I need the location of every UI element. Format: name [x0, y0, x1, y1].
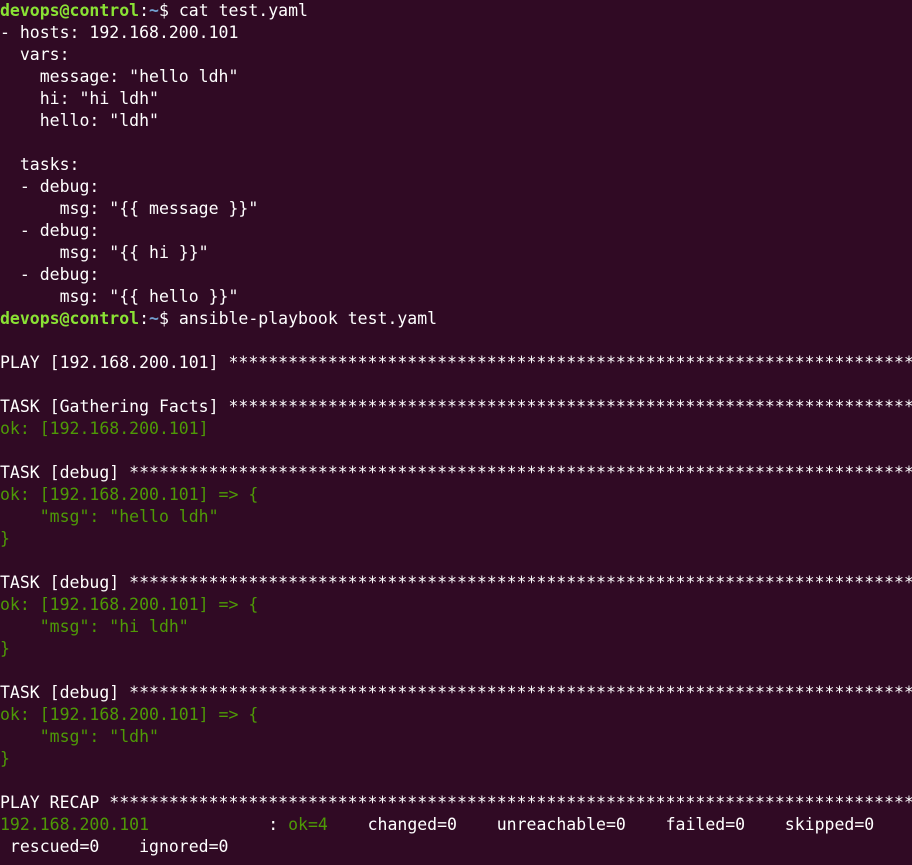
terminal-window[interactable]: devops@control:~$ cat test.yaml - hosts: …	[0, 0, 912, 865]
output-line: "msg": "ldh"	[0, 726, 912, 748]
output-text: - hosts: 192.168.200.101	[0, 23, 239, 42]
ok-output-text: "msg": "hello ldh"	[0, 507, 219, 526]
output-line: }	[0, 528, 912, 550]
recap-host: 192.168.200.101	[0, 815, 150, 834]
output-line: PLAY [192.168.200.101] *****************…	[0, 352, 912, 374]
recap-stats: changed=0 unreachable=0 failed=0 skipped…	[327, 815, 875, 834]
output-line: ok: [192.168.200.101] => {	[0, 484, 912, 506]
recap-colon: :	[149, 815, 289, 834]
ok-output-text: ok: [192.168.200.101] => {	[0, 485, 259, 504]
output-text: msg: "{{ message }}"	[0, 199, 259, 218]
output-line: message: "hello ldh"	[0, 66, 912, 88]
output-line: - debug:	[0, 176, 912, 198]
ok-output-text: ok: [192.168.200.101] => {	[0, 705, 259, 724]
prompt-path: ~	[149, 1, 159, 20]
output-text: - debug:	[0, 221, 100, 240]
recap-line: 192.168.200.101 : ok=4 changed=0 unreach…	[0, 814, 912, 836]
output-text: tasks:	[0, 155, 80, 174]
command-text: cat test.yaml	[178, 1, 308, 20]
output-line: }	[0, 748, 912, 770]
output-text: msg: "{{ hi }}"	[0, 243, 209, 262]
output-line: }	[0, 638, 912, 660]
output-line: TASK [debug] ***************************…	[0, 462, 912, 484]
recap-ok-count: ok=4	[288, 815, 328, 834]
output-line: ok: [192.168.200.101]	[0, 418, 912, 440]
ok-output-text: }	[0, 749, 10, 768]
ok-output-text: }	[0, 529, 10, 548]
output-line: "msg": "hi ldh"	[0, 616, 912, 638]
prompt-separator: :	[139, 309, 150, 328]
output-line: msg: "{{ hi }}"	[0, 242, 912, 264]
prompt-path: ~	[149, 309, 159, 328]
output-line: tasks:	[0, 154, 912, 176]
prompt-user-host: devops@control	[0, 1, 140, 20]
output-line: ok: [192.168.200.101] => {	[0, 594, 912, 616]
output-line: PLAY RECAP *****************************…	[0, 792, 912, 814]
output-line: ok: [192.168.200.101] => {	[0, 704, 912, 726]
output-text: - debug:	[0, 265, 100, 284]
prompt-separator: :	[139, 1, 150, 20]
output-line: msg: "{{ hello }}"	[0, 286, 912, 308]
output-text: hi: "hi ldh"	[0, 89, 159, 108]
output-text: message: "hello ldh"	[0, 67, 239, 86]
output-text: PLAY RECAP *****************************…	[0, 793, 912, 812]
command-line: devops@control:~$ cat test.yaml	[0, 0, 912, 22]
output-line: TASK [debug] ***************************…	[0, 682, 912, 704]
output-text: TASK [debug] ***************************…	[0, 683, 912, 702]
output-line: TASK [debug] ***************************…	[0, 572, 912, 594]
output-text: TASK [debug] ***************************…	[0, 463, 912, 482]
command-text: ansible-playbook test.yaml	[178, 309, 438, 328]
output-line: msg: "{{ message }}"	[0, 198, 912, 220]
command-line: devops@control:~$ ansible-playbook test.…	[0, 308, 912, 330]
output-text: vars:	[0, 45, 70, 64]
prompt-symbol: $	[158, 309, 179, 328]
output-text: PLAY [192.168.200.101] *****************…	[0, 353, 912, 372]
output-text: msg: "{{ hello }}"	[0, 287, 239, 306]
ok-output-text: }	[0, 639, 10, 658]
output-text: TASK [Gathering Facts] *****************…	[0, 397, 912, 416]
output-line: vars:	[0, 44, 912, 66]
ok-output-text: "msg": "hi ldh"	[0, 617, 189, 636]
output-line: "msg": "hello ldh"	[0, 506, 912, 528]
output-line: hello: "ldh"	[0, 110, 912, 132]
output-line: - hosts: 192.168.200.101	[0, 22, 912, 44]
ok-output-text: "msg": "ldh"	[0, 727, 159, 746]
ok-output-text: ok: [192.168.200.101]	[0, 419, 209, 438]
output-text: TASK [debug] ***************************…	[0, 573, 912, 592]
prompt-symbol: $	[158, 1, 179, 20]
output-line: rescued=0 ignored=0	[0, 836, 912, 858]
output-text: hello: "ldh"	[0, 111, 159, 130]
ok-output-text: ok: [192.168.200.101] => {	[0, 595, 259, 614]
output-line: - debug:	[0, 264, 912, 286]
output-line: hi: "hi ldh"	[0, 88, 912, 110]
output-text: rescued=0 ignored=0	[0, 837, 229, 856]
prompt-user-host: devops@control	[0, 309, 140, 328]
output-text: - debug:	[0, 177, 100, 196]
output-line: - debug:	[0, 220, 912, 242]
output-line: TASK [Gathering Facts] *****************…	[0, 396, 912, 418]
